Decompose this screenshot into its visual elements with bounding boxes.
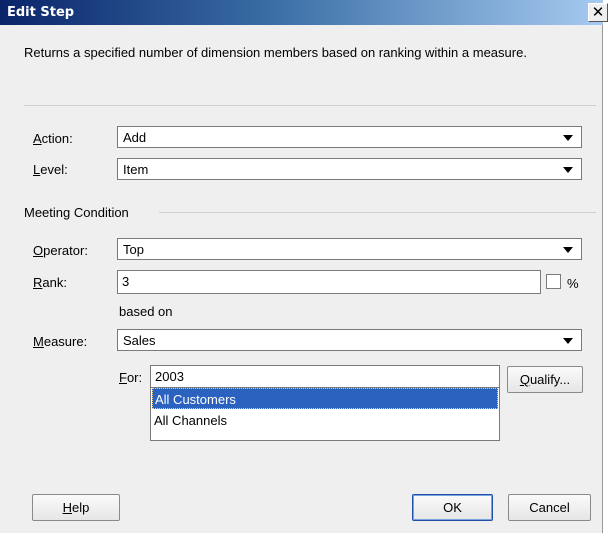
action-dropdown[interactable]: Add [117, 126, 582, 148]
qualify-button[interactable]: Qualify... [507, 366, 583, 393]
step-description: Returns a specified number of dimension … [24, 45, 527, 60]
rank-value: 3 [122, 274, 130, 289]
chevron-down-icon [563, 167, 573, 173]
chevron-down-icon [563, 338, 573, 344]
based-on-label: based on [119, 304, 173, 319]
level-dropdown[interactable]: Item [117, 158, 582, 180]
list-item[interactable]: All Channels [152, 410, 498, 431]
percent-checkbox[interactable] [546, 274, 561, 289]
level-label: Level: [33, 162, 68, 177]
window-title: Edit Step [7, 5, 75, 20]
close-icon: ✕ [591, 3, 605, 21]
help-button[interactable]: Help [32, 494, 120, 521]
separator-top [24, 105, 596, 106]
for-input[interactable]: 2003 [150, 365, 500, 388]
for-list[interactable]: All Customers All Channels [150, 387, 500, 441]
separator-meeting-condition [159, 212, 596, 213]
ok-button[interactable]: OK [412, 494, 493, 521]
chevron-down-icon [563, 247, 573, 253]
action-value: Add [123, 130, 147, 145]
for-value: 2003 [155, 369, 184, 384]
chevron-down-icon [563, 135, 573, 141]
measure-label: Measure: [33, 334, 88, 349]
title-bar[interactable]: Edit Step [0, 0, 603, 25]
edit-step-dialog: Edit Step ✕ Returns a specified number o… [0, 0, 608, 533]
for-label: For: [119, 370, 143, 385]
rank-label: Rank: [33, 275, 67, 290]
percent-label: % [567, 276, 579, 291]
level-value: Item [123, 162, 149, 177]
operator-dropdown[interactable]: Top [117, 238, 582, 260]
list-item-selected[interactable]: All Customers [152, 388, 498, 409]
close-button[interactable]: ✕ [588, 3, 608, 22]
cancel-button[interactable]: Cancel [508, 494, 591, 521]
operator-value: Top [123, 242, 144, 257]
measure-dropdown[interactable]: Sales [117, 329, 582, 351]
action-label: Action: [33, 131, 73, 146]
rank-input[interactable]: 3 [117, 270, 541, 294]
meeting-condition-label: Meeting Condition [24, 205, 129, 220]
measure-value: Sales [123, 333, 156, 348]
operator-label: Operator: [33, 243, 88, 258]
